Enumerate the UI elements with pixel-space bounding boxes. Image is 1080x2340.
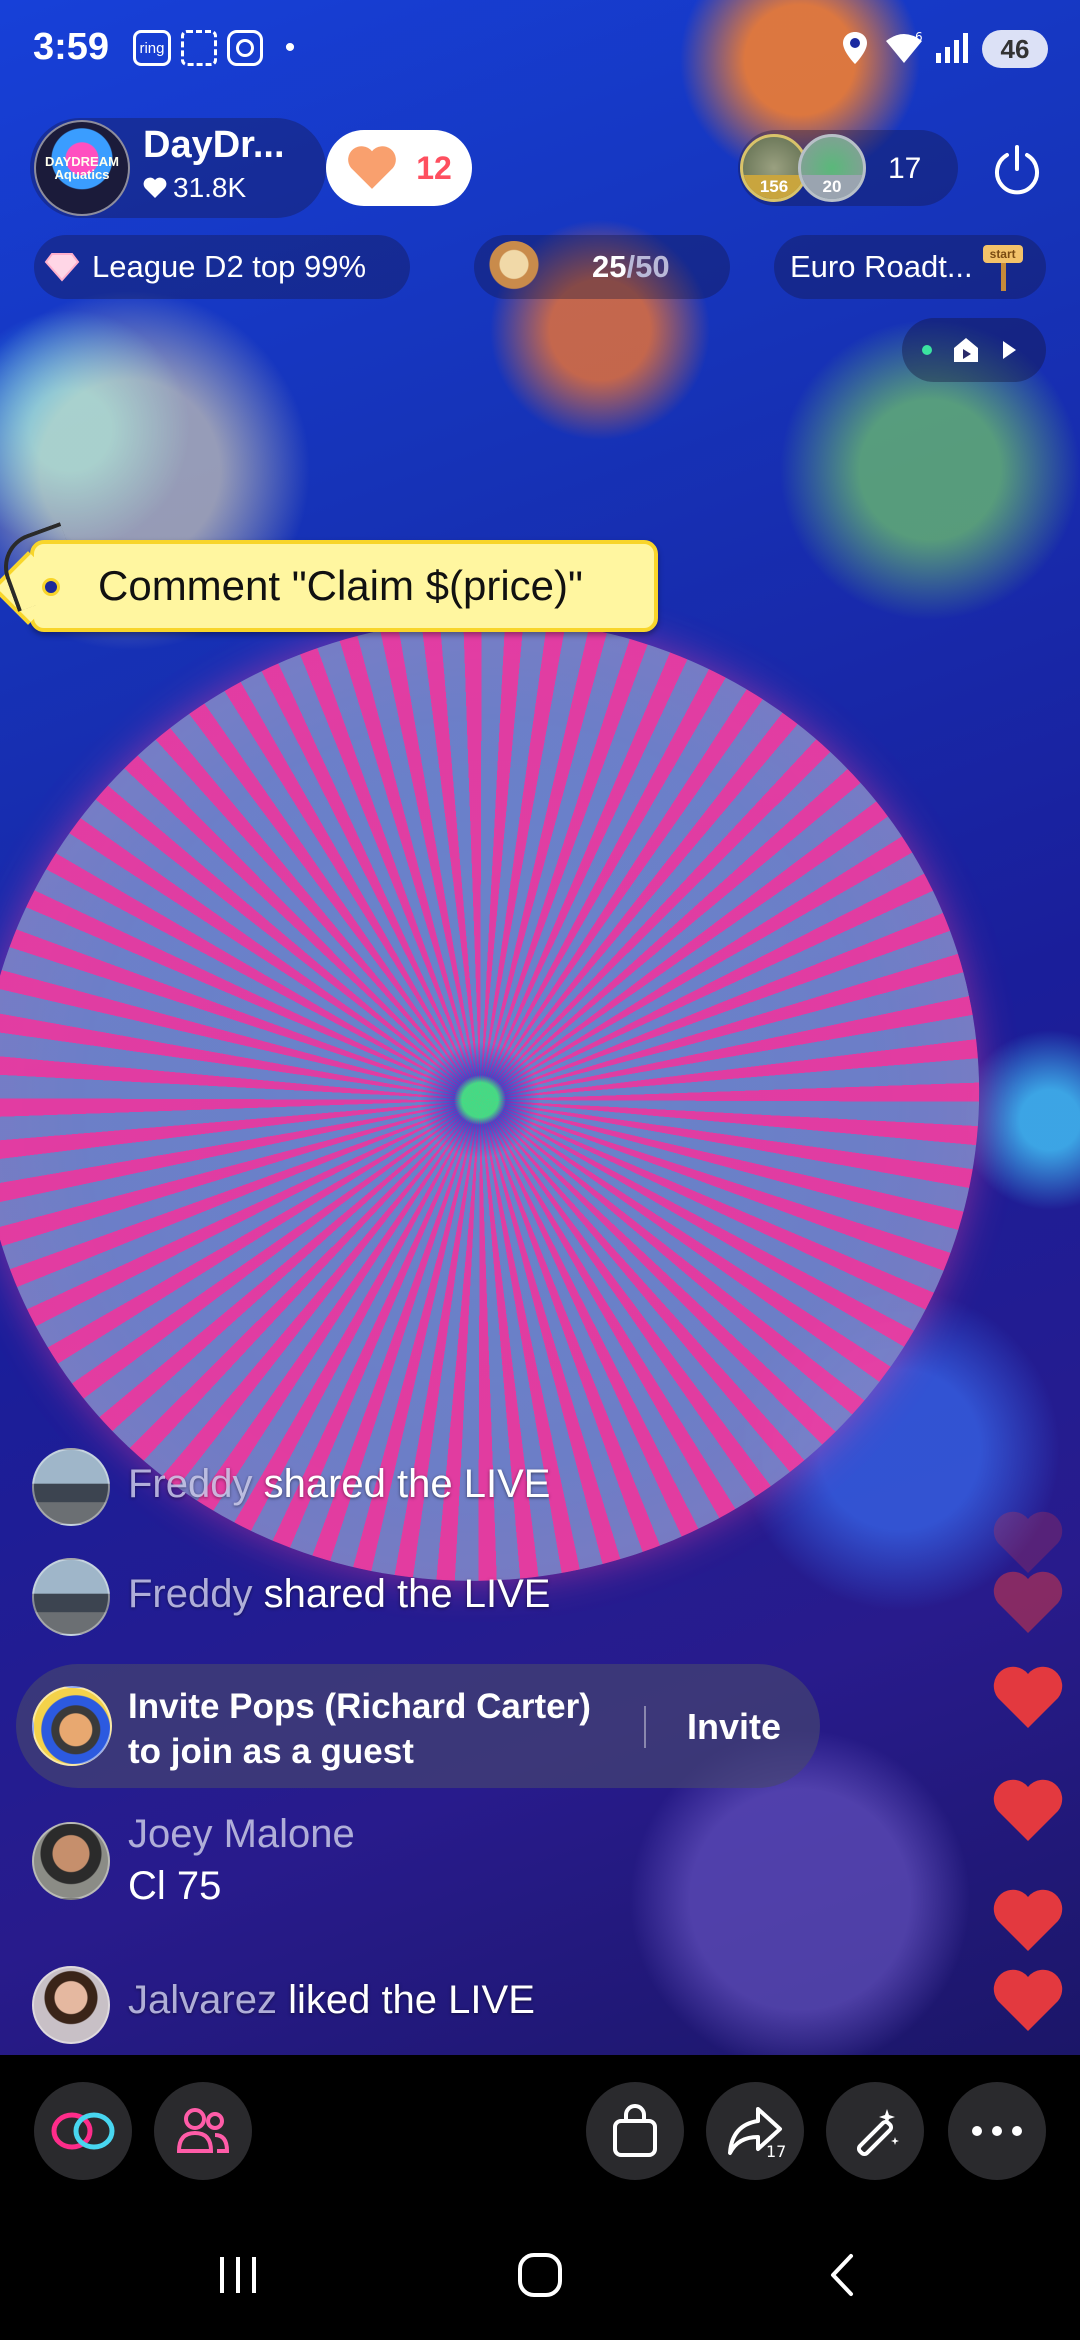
notification-dot-icon: • xyxy=(284,31,296,64)
chat-message[interactable]: Freddy shared the LIVE xyxy=(128,1572,550,1617)
back-button[interactable] xyxy=(802,2240,882,2310)
heart-icon xyxy=(993,1969,1063,2031)
screen-scan-icon xyxy=(181,30,217,66)
recent-apps-button[interactable] xyxy=(198,2240,278,2310)
power-icon xyxy=(995,145,1039,195)
home-icon xyxy=(518,2253,562,2297)
invite-line2: to join as a guest xyxy=(128,1732,414,1771)
chat-action: liked the LIVE xyxy=(276,1978,535,2022)
chat-action: shared the LIVE xyxy=(252,1572,551,1616)
follow-count: 12 xyxy=(416,149,452,186)
share-button[interactable]: 17 xyxy=(706,2082,804,2180)
host-likes-count: 31.8K xyxy=(173,172,247,203)
chat-comment: Cl 75 xyxy=(128,1864,222,1908)
shopping-bag-icon xyxy=(613,2104,657,2157)
exit-button[interactable] xyxy=(982,134,1052,204)
link-guest-icon xyxy=(51,2112,115,2150)
claim-tag-text: Comment "Claim $(price)" xyxy=(98,562,583,609)
chat-username[interactable]: Joey Malone xyxy=(128,1812,355,1857)
more-icon xyxy=(972,2126,1022,2136)
heart-icon xyxy=(993,1666,1063,1728)
invite-text: Invite Pops (Richard Carter) to join as … xyxy=(128,1684,591,1774)
league-pill[interactable]: League D2 top 99% xyxy=(34,235,410,299)
viewer-badge: 156 xyxy=(743,175,805,199)
invite-line1: Invite Pops (Richard Carter) xyxy=(128,1687,591,1726)
status-bar: 3:59 ring • 6 46 xyxy=(0,0,1080,100)
magic-wand-icon xyxy=(856,2109,899,2157)
invite-button[interactable]: Invite xyxy=(664,1700,804,1754)
chat-message[interactable]: Jalvarez liked the LIVE xyxy=(128,1978,535,2023)
chat-username: Freddy xyxy=(128,1572,253,1616)
svg-text:6: 6 xyxy=(915,31,923,44)
location-icon xyxy=(840,30,870,66)
chat-avatar[interactable] xyxy=(32,1966,110,2044)
event-label: Euro Roadt... xyxy=(790,249,973,284)
chat-avatar[interactable] xyxy=(32,1822,110,1900)
instagram-icon xyxy=(227,30,263,66)
top-viewer-avatar[interactable]: 20 xyxy=(798,134,866,202)
heart-icon xyxy=(993,1511,1063,1573)
viewer-count[interactable]: 17 xyxy=(888,152,921,186)
battery-icon: 46 xyxy=(982,30,1048,68)
shop-button[interactable] xyxy=(586,2082,684,2180)
chat-action: shared the LIVE xyxy=(252,1462,551,1506)
event-pill[interactable]: Euro Roadt... xyxy=(774,235,1046,299)
start-sign-icon xyxy=(982,243,1023,291)
heart-icon xyxy=(993,1779,1063,1841)
goal-current: 25 xyxy=(592,249,627,284)
viewer-badge: 20 xyxy=(801,175,863,199)
heart-icon xyxy=(993,1889,1063,1951)
video-home-icon xyxy=(954,338,978,362)
share-count: 17 xyxy=(766,2142,786,2159)
more-button[interactable] xyxy=(948,2082,1046,2180)
heart-icon xyxy=(348,146,397,189)
play-icon xyxy=(1003,341,1016,359)
ring-icon: ring xyxy=(133,30,171,66)
chat-username: Jalvarez xyxy=(128,1978,277,2022)
goal-progress: 25/50 xyxy=(592,249,670,285)
recent-apps-icon xyxy=(220,2257,256,2293)
league-label: League D2 top 99% xyxy=(92,249,367,284)
heart-icon xyxy=(143,177,167,198)
live-replay-pill[interactable] xyxy=(902,318,1046,382)
signal-icon xyxy=(932,30,976,66)
link-guest-button[interactable] xyxy=(34,2082,132,2180)
home-button[interactable] xyxy=(500,2240,580,2310)
claim-comment-tag[interactable]: Comment "Claim $(price)" xyxy=(0,522,658,632)
goal-total: /50 xyxy=(626,249,670,284)
multi-guest-icon xyxy=(176,2108,230,2153)
wifi-icon: 6 xyxy=(884,30,924,66)
chat-message[interactable]: Freddy shared the LIVE xyxy=(128,1462,550,1507)
host-name[interactable]: DayDr... xyxy=(143,124,285,167)
host-avatar[interactable]: DAYDREAM Aquatics xyxy=(34,120,130,216)
chat-avatar[interactable] xyxy=(32,1448,110,1526)
follow-button[interactable]: 12 xyxy=(326,130,472,206)
goal-pill[interactable]: 25/50 xyxy=(474,235,730,299)
back-icon xyxy=(831,2254,853,2296)
clock: 3:59 xyxy=(33,26,110,68)
chat-avatar[interactable] xyxy=(32,1558,110,1636)
host-likes: 31.8K xyxy=(143,172,246,204)
tag-hole xyxy=(42,578,60,596)
multi-guest-button[interactable] xyxy=(154,2082,252,2180)
cat-icon xyxy=(488,241,540,293)
chat-username: Freddy xyxy=(128,1462,253,1506)
divider xyxy=(644,1706,646,1748)
diamond-icon xyxy=(44,253,80,282)
share-icon: 17 xyxy=(728,2107,786,2159)
heart-icon xyxy=(993,1571,1063,1633)
invite-avatar[interactable] xyxy=(32,1686,112,1766)
live-dot-icon xyxy=(922,345,932,355)
effects-button[interactable] xyxy=(826,2082,924,2180)
